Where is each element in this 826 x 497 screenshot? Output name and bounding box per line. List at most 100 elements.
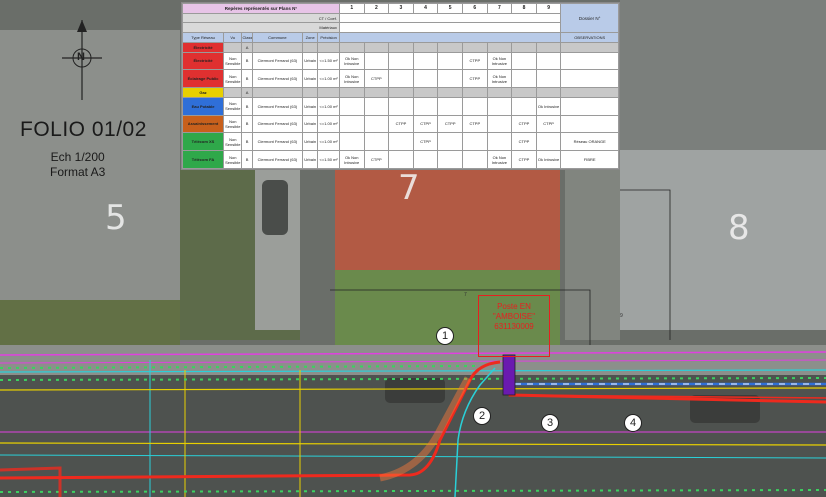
commune-cell: Clermont Ferrand (63) — [251, 96, 303, 116]
zone-cell: Urbain — [301, 96, 319, 116]
status-cell: CTPP — [363, 150, 390, 169]
status-cell — [412, 51, 439, 71]
materials-label: Matériaux — [182, 22, 340, 34]
status-cell — [363, 96, 390, 116]
col-header-observations: OBSERVATIONS — [560, 32, 619, 43]
status-cell: CTPP — [461, 51, 488, 71]
status-cell — [388, 51, 414, 71]
status-cell: Ok Non Intrusive — [486, 150, 513, 169]
status-cell — [412, 87, 439, 98]
left-building-roof — [0, 30, 180, 330]
network-type-cell: Électricité — [182, 51, 225, 71]
table-row: Télécom XS Non Sensible B Clermont Ferrand … — [182, 132, 619, 152]
commune-cell — [251, 87, 303, 98]
observation-cell — [560, 51, 619, 71]
status-cell: Ok Non Intrusive — [338, 69, 365, 89]
status-cell — [412, 96, 439, 116]
network-table: Repères représentés sur Plans N° 1 2 3 4… — [181, 2, 620, 170]
status-cell — [437, 51, 463, 71]
status-cell — [511, 41, 537, 53]
col-header-type: Type Réseau — [182, 32, 225, 43]
table-row: Assainissement Non Sensible B Clermont Ferr… — [182, 114, 619, 134]
status-cell: CTPP — [388, 114, 414, 134]
status-cell — [461, 41, 488, 53]
north-label: N — [77, 51, 85, 63]
vu-cell: Non Sensible — [223, 69, 243, 89]
status-cell — [511, 51, 537, 71]
status-cell — [363, 114, 390, 134]
parcel-number-5: 5 — [105, 198, 127, 238]
status-cell — [363, 41, 390, 53]
vu-cell — [223, 41, 243, 53]
class-cell: B — [241, 69, 253, 89]
class-cell: A — [241, 87, 253, 98]
scale-info: Ech 1/200 Format A3 — [50, 150, 105, 180]
observation-cell: Réseau ORANGE — [560, 132, 619, 152]
poste-cabinet — [502, 354, 516, 396]
zone-cell: Urbain — [301, 150, 319, 169]
paper-format: Format A3 — [50, 165, 106, 179]
status-cell — [535, 41, 562, 53]
zone-cell: Urbain — [301, 69, 319, 89]
status-cell: Ok Non Intrusive — [486, 69, 513, 89]
folio-label: FOLIO 01/02 — [20, 118, 147, 141]
col-header-vu: Vu — [223, 32, 243, 43]
network-type-cell: Télécom FA — [182, 150, 225, 169]
marker-point-2: 2 — [473, 407, 491, 425]
col-num-8: 8 — [511, 3, 537, 14]
status-cell — [437, 41, 463, 53]
network-type-cell: Électricité — [182, 41, 225, 53]
parked-car — [385, 378, 445, 403]
table-title-row: Repères représentés sur Plans N° 1 2 3 4… — [182, 3, 619, 34]
status-cell — [486, 87, 513, 98]
table-row: Électricité A — [182, 41, 619, 53]
col-header-blank — [338, 32, 562, 43]
ct-values — [338, 12, 562, 24]
status-cell — [461, 87, 488, 98]
small-label-7: 7 — [464, 292, 467, 298]
observation-cell — [560, 41, 619, 53]
status-cell: Ok Non Intrusive — [486, 51, 513, 71]
status-cell — [412, 69, 439, 89]
status-cell — [535, 51, 562, 71]
zone-cell: Urbain — [301, 132, 319, 152]
col-header-precision: Précision — [317, 32, 340, 43]
precision-cell — [317, 87, 340, 98]
parcel-number-8: 8 — [728, 208, 750, 248]
col-num-2: 2 — [363, 3, 390, 14]
col-num-1: 1 — [338, 3, 365, 14]
zone-cell: Urbain — [301, 114, 319, 134]
status-cell — [412, 41, 439, 53]
network-type-cell: Assainissement — [182, 114, 225, 134]
status-cell — [437, 150, 463, 169]
zone-cell — [301, 87, 319, 98]
status-cell: CTPP — [535, 114, 562, 134]
car-roof — [262, 180, 288, 235]
vu-cell: Non Sensible — [223, 114, 243, 134]
ct-label: CT / Coef. — [182, 12, 340, 24]
col-num-7: 7 — [486, 3, 513, 14]
class-cell: B — [241, 51, 253, 71]
col-num-9: 9 — [535, 3, 562, 14]
precision-cell: <=1.00 m² — [317, 69, 340, 89]
class-cell: B — [241, 96, 253, 116]
status-cell — [461, 96, 488, 116]
status-cell — [535, 69, 562, 89]
status-cell — [535, 87, 562, 98]
table-row: Électricité Non Sensible B Clermont Ferrand… — [182, 51, 619, 71]
col-header-class: Class — [241, 32, 253, 43]
status-cell — [486, 114, 513, 134]
right-building-roof — [620, 150, 826, 330]
table-row: Eau Potable Non Sensible B Clermont Ferrand… — [182, 96, 619, 116]
commune-cell: Clermont Ferrand (63) — [251, 51, 303, 71]
status-cell — [363, 132, 390, 152]
table-row: Télécom FA Non Sensible B Clermont Ferrand … — [182, 150, 619, 169]
commune-cell: Clermont Ferrand (63) — [251, 114, 303, 134]
status-cell — [363, 51, 390, 71]
observation-cell: FIBRE — [560, 150, 619, 169]
col-header-zone: Zone — [301, 32, 319, 43]
table-row: Éclairage Public Non Sensible B Clermont Fe… — [182, 69, 619, 89]
zone-cell — [301, 41, 319, 53]
status-cell — [388, 96, 414, 116]
table-row: Gaz A — [182, 87, 619, 98]
